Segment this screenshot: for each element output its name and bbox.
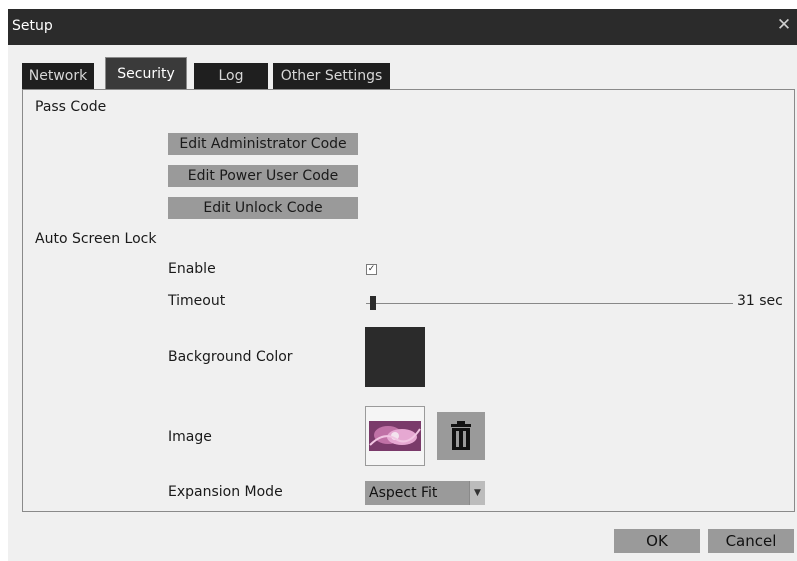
expansion-mode-label: Expansion Mode	[168, 484, 283, 500]
expansion-mode-value: Aspect Fit	[369, 485, 438, 501]
setup-dialog: Setup ✕ Network Security Log Other Setti…	[8, 9, 797, 561]
dialog-body: Network Security Log Other Settings Pass…	[8, 45, 797, 561]
enable-checkbox[interactable]: ✓	[366, 264, 377, 275]
title-bar: Setup ✕	[8, 9, 797, 45]
edit-unlock-code-button[interactable]: Edit Unlock Code	[168, 197, 358, 219]
pass-code-heading: Pass Code	[35, 99, 107, 115]
security-panel: Pass Code Edit Administrator Code Edit P…	[22, 89, 795, 512]
ok-button[interactable]: OK	[614, 529, 700, 553]
close-icon[interactable]: ✕	[773, 14, 795, 38]
timeout-label: Timeout	[168, 293, 226, 309]
enable-label: Enable	[168, 261, 216, 277]
background-color-label: Background Color	[168, 349, 293, 365]
expansion-mode-select[interactable]: Aspect Fit ▼	[365, 481, 485, 505]
timeout-value: 31 sec	[737, 293, 783, 309]
tab-log[interactable]: Log	[194, 63, 268, 89]
edit-administrator-code-button[interactable]: Edit Administrator Code	[168, 133, 358, 155]
edit-power-user-code-button[interactable]: Edit Power User Code	[168, 165, 358, 187]
trash-icon	[451, 421, 471, 450]
tab-network[interactable]: Network	[22, 63, 94, 89]
background-color-swatch[interactable]	[365, 327, 425, 387]
tab-other-settings[interactable]: Other Settings	[273, 63, 390, 89]
tab-security[interactable]: Security	[105, 57, 187, 89]
image-preview-icon	[369, 421, 421, 451]
timeout-slider-track[interactable]	[366, 303, 733, 304]
delete-image-button[interactable]	[437, 412, 485, 460]
timeout-slider-handle[interactable]	[369, 296, 376, 310]
image-label: Image	[168, 429, 212, 445]
auto-screen-lock-heading: Auto Screen Lock	[35, 231, 157, 247]
window-title: Setup	[12, 18, 53, 34]
lock-image-thumbnail[interactable]	[365, 406, 425, 466]
chevron-down-icon[interactable]: ▼	[469, 481, 485, 505]
cancel-button[interactable]: Cancel	[708, 529, 794, 553]
